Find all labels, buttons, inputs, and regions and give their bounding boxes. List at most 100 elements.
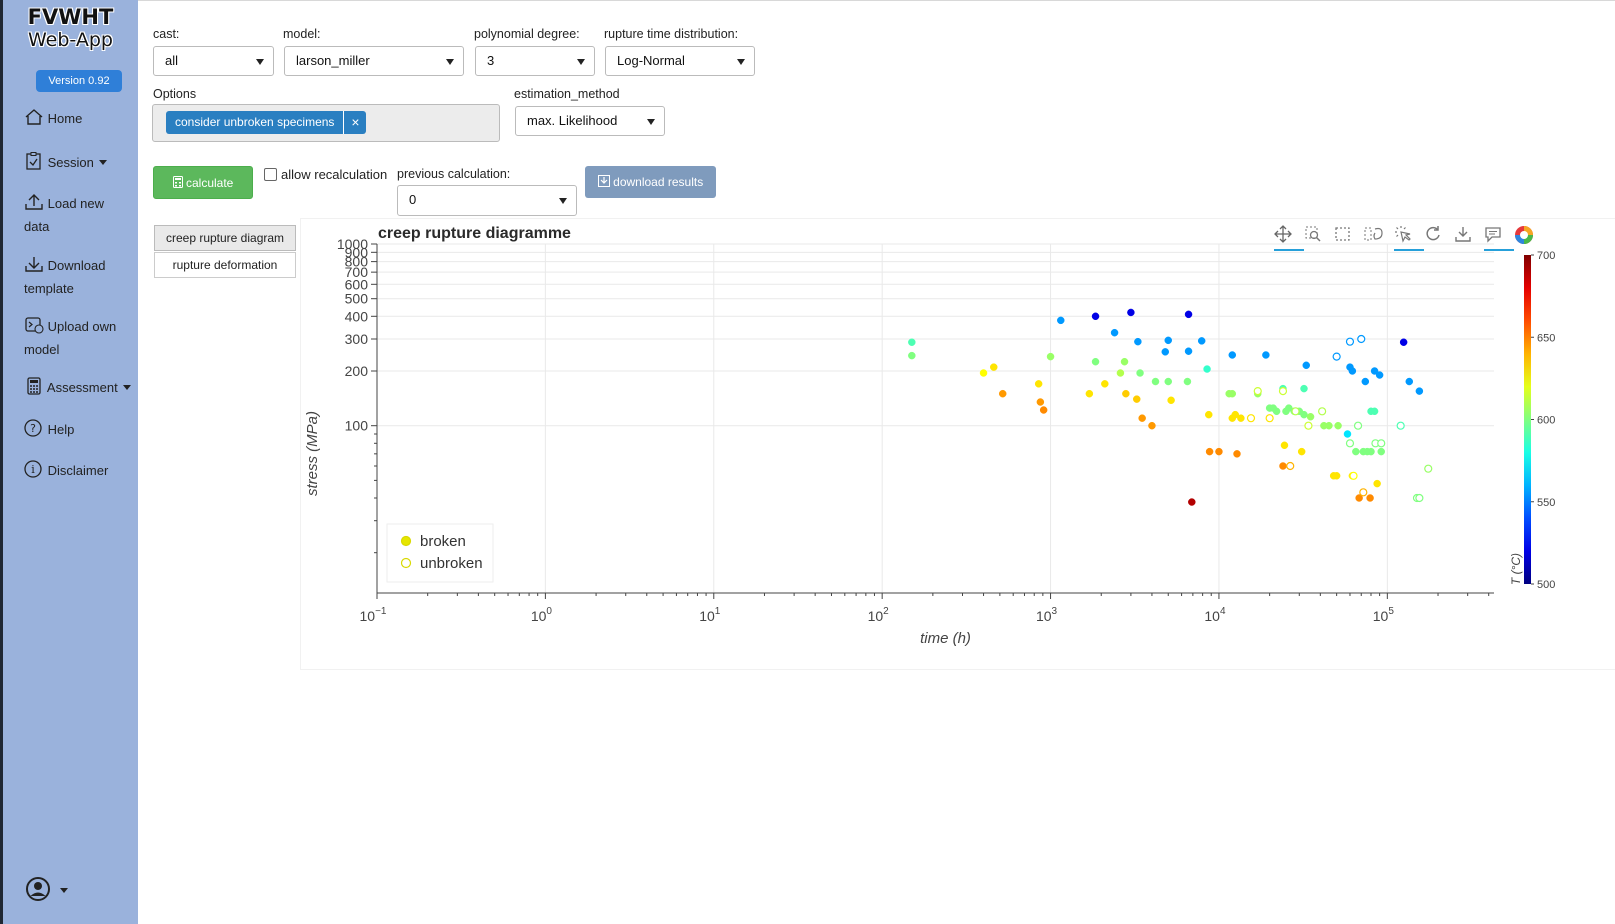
sidebar-item-label: Help bbox=[47, 422, 75, 437]
hover-icon bbox=[1485, 227, 1501, 243]
reset-tool[interactable] bbox=[1424, 225, 1446, 249]
unbroken-point bbox=[1278, 387, 1288, 396]
broken-point bbox=[1184, 310, 1193, 319]
x-tick-label: 103 bbox=[1036, 606, 1058, 624]
distribution-value: Log-Normal bbox=[617, 53, 685, 68]
unbroken-point bbox=[1377, 439, 1386, 448]
download-results-label: download results bbox=[613, 175, 704, 189]
option-chip-label: consider unbroken specimens bbox=[175, 115, 335, 129]
hover-tool[interactable] bbox=[1484, 225, 1514, 251]
data-points bbox=[908, 308, 1433, 506]
box-select-tool[interactable] bbox=[1334, 225, 1356, 249]
legend-label: unbroken bbox=[420, 555, 483, 572]
broken-point bbox=[1120, 357, 1129, 366]
y-axis-label: stress (MPa) bbox=[304, 411, 321, 496]
broken-point bbox=[1302, 361, 1311, 370]
distribution-select[interactable]: Log-Normal bbox=[605, 46, 755, 76]
unbroken-point bbox=[1286, 461, 1295, 471]
broken-point bbox=[1136, 369, 1144, 377]
sidebar-item-assessment[interactable]: Assessment bbox=[24, 376, 131, 399]
broken-point bbox=[1405, 377, 1414, 386]
sidebar-item-upload-model[interactable]: Upload own model bbox=[24, 315, 134, 361]
checkbox-box[interactable] bbox=[264, 168, 277, 181]
broken-point bbox=[1377, 447, 1385, 456]
tab-label: rupture deformation bbox=[172, 258, 278, 272]
estimation-label: estimation_method bbox=[514, 87, 620, 101]
app-subtitle: Web-App bbox=[28, 29, 113, 51]
broken-point bbox=[1091, 312, 1100, 321]
bokeh-logo[interactable] bbox=[1514, 225, 1536, 249]
pan-tool[interactable] bbox=[1274, 225, 1304, 251]
options-multiselect[interactable]: consider unbroken specimens × bbox=[152, 104, 500, 142]
active-tool-indicator bbox=[1394, 249, 1424, 251]
lasso-select-icon bbox=[1364, 227, 1383, 241]
sidebar-item-session[interactable]: Session bbox=[24, 151, 107, 174]
cast-select[interactable]: all bbox=[153, 46, 274, 76]
upload-icon bbox=[25, 194, 43, 210]
calculate-label: calculate bbox=[185, 176, 234, 190]
box-zoom-tool[interactable] bbox=[1304, 225, 1326, 249]
app-brand: FVWHT Web-App bbox=[3, 6, 138, 52]
save-tool[interactable] bbox=[1454, 225, 1476, 249]
chip-remove-icon[interactable]: × bbox=[343, 111, 366, 134]
broken-point bbox=[1343, 430, 1352, 438]
caret-down-icon bbox=[559, 198, 567, 204]
x-axis-label: time (h) bbox=[920, 630, 971, 647]
creep-rupture-chart[interactable]: 10−1 100 101 102 103 104 105100200300400500600… bbox=[301, 219, 1615, 669]
tab-rupture-deformation[interactable]: rupture deformation bbox=[154, 252, 296, 278]
broken-point bbox=[1046, 352, 1055, 361]
sidebar-item-download-template[interactable]: Download template bbox=[24, 254, 129, 300]
broken-point bbox=[1167, 396, 1175, 405]
broken-point bbox=[1091, 357, 1100, 366]
option-chip: consider unbroken specimens × bbox=[166, 111, 367, 134]
broken-point bbox=[1415, 387, 1424, 395]
model-select[interactable]: larson_miller bbox=[284, 46, 464, 76]
distribution-label: rupture time distribution: bbox=[604, 27, 739, 41]
calculator-icon bbox=[172, 176, 183, 188]
x-tick-label: 102 bbox=[868, 606, 890, 624]
unbroken-point bbox=[1291, 407, 1300, 416]
cast-label: cast: bbox=[153, 27, 180, 41]
question-circle-icon: ? bbox=[24, 419, 42, 437]
broken-point bbox=[1184, 347, 1193, 355]
broken-point bbox=[1370, 407, 1379, 416]
broken-point bbox=[1164, 336, 1173, 345]
allow-recalculation-checkbox[interactable]: allow recalculation bbox=[264, 167, 387, 182]
grid-lines bbox=[376, 243, 1494, 593]
degree-select[interactable]: 3 bbox=[475, 46, 595, 76]
sidebar-item-help[interactable]: ? Help bbox=[24, 418, 74, 441]
broken-point bbox=[1132, 395, 1141, 403]
legend-unbroken-marker bbox=[400, 557, 412, 569]
sidebar-item-disclaimer[interactable]: i Disclaimer bbox=[24, 459, 108, 482]
y-tick-label: 300 bbox=[345, 331, 369, 347]
tab-creep-rupture-diagram[interactable]: creep rupture diagram bbox=[154, 225, 296, 251]
unbroken-point bbox=[1265, 414, 1274, 423]
lasso-select-tool[interactable] bbox=[1364, 225, 1386, 249]
tap-tool[interactable] bbox=[1394, 225, 1424, 251]
broken-point bbox=[1203, 365, 1211, 373]
unbroken-point bbox=[1304, 421, 1313, 430]
download-results-button[interactable]: download results bbox=[585, 166, 716, 198]
user-menu[interactable] bbox=[25, 876, 69, 907]
broken-point bbox=[1325, 421, 1333, 430]
sidebar-item-home[interactable]: Home bbox=[24, 107, 82, 130]
chevron-down-icon bbox=[122, 385, 131, 390]
box-zoom-icon bbox=[1305, 226, 1321, 242]
estimation-value: max. Likelihood bbox=[527, 113, 618, 128]
sidebar-item-label: Session bbox=[47, 155, 94, 170]
tap-icon bbox=[1395, 226, 1411, 243]
broken-point bbox=[1215, 447, 1223, 456]
broken-point bbox=[1127, 308, 1135, 317]
colorbar-tick-label: 700 bbox=[1537, 250, 1555, 262]
calculate-button[interactable]: calculate bbox=[153, 166, 253, 199]
broken-point bbox=[1116, 369, 1125, 377]
broken-point bbox=[908, 338, 916, 346]
estimation-select[interactable]: max. Likelihood bbox=[515, 106, 665, 136]
broken-point bbox=[1085, 389, 1094, 398]
unbroken-point bbox=[1246, 414, 1256, 423]
chevron-down-icon bbox=[60, 888, 69, 893]
previous-calculation-select[interactable]: 0 bbox=[397, 185, 577, 216]
previous-calculation-label: previous calculation: bbox=[397, 167, 511, 181]
sidebar-item-load-data[interactable]: Load new data bbox=[24, 192, 129, 238]
bokeh-logo-icon bbox=[1515, 226, 1533, 244]
